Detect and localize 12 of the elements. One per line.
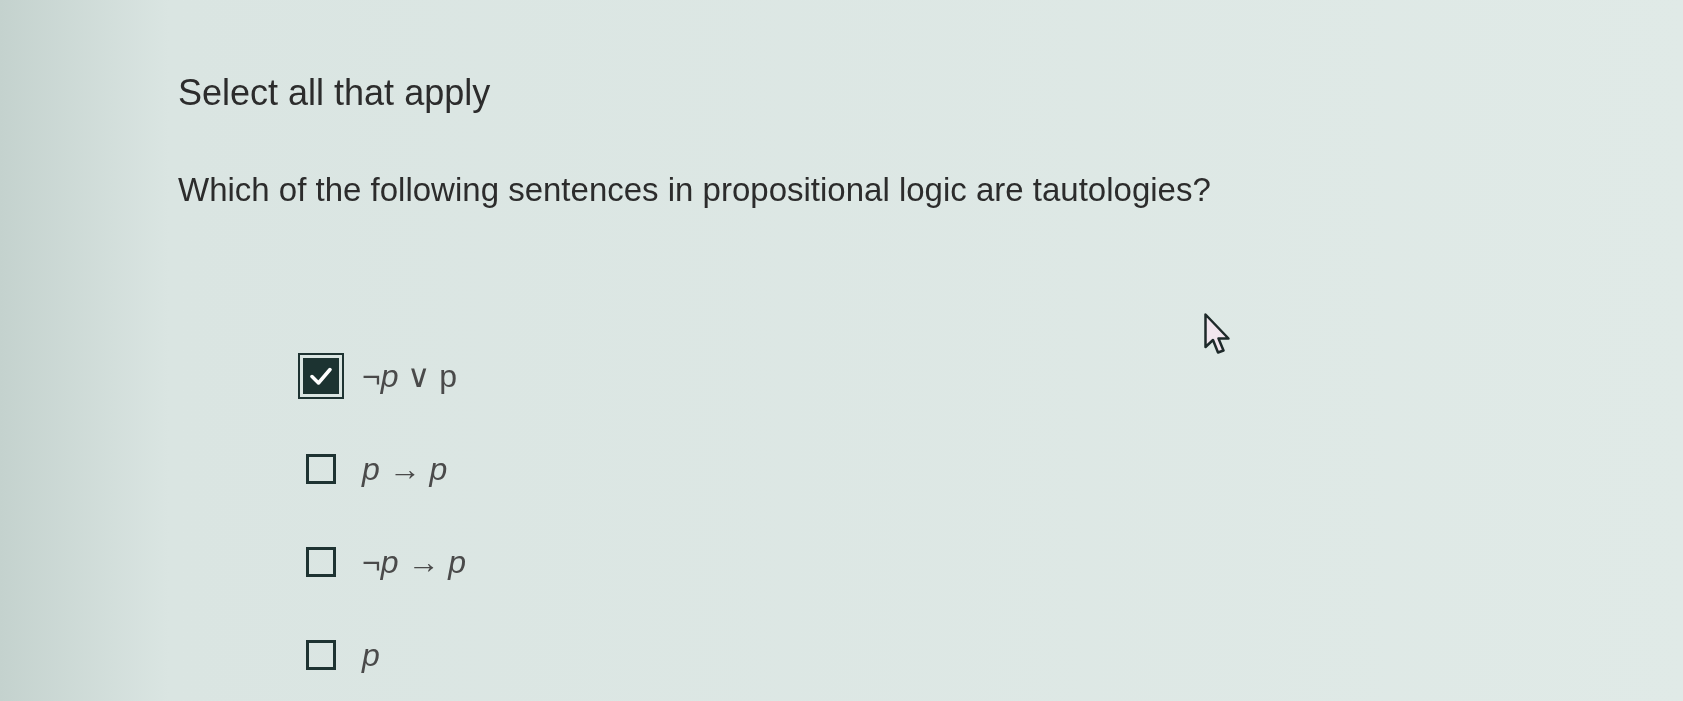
checkmark-icon [310, 367, 332, 385]
checkbox[interactable] [306, 640, 336, 670]
checkbox[interactable] [298, 353, 344, 399]
instruction-text: Select all that apply [178, 72, 491, 114]
option-label: p → p [362, 450, 448, 488]
option-label: ¬p ∨ p [362, 357, 458, 395]
option-label: ¬p → p [362, 543, 467, 581]
option-label: p [362, 636, 380, 674]
checkbox[interactable] [306, 454, 336, 484]
checkbox[interactable] [306, 547, 336, 577]
question-text: Which of the following sentences in propositional logic are tautologies? [178, 170, 1211, 210]
mouse-pointer-icon [1204, 313, 1230, 355]
